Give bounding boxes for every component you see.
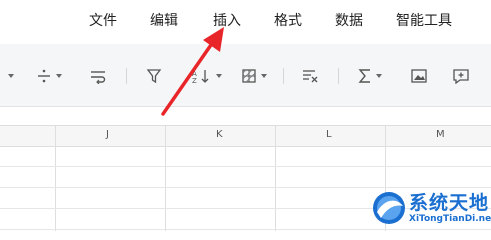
watermark-title: 系统天地 [409, 192, 490, 214]
watermark-subtitle: XiTongTianDi.net [409, 214, 491, 224]
watermark-logo: 系统天地 XiTongTianDi.net [371, 188, 491, 230]
globe-logo-icon [373, 192, 405, 224]
